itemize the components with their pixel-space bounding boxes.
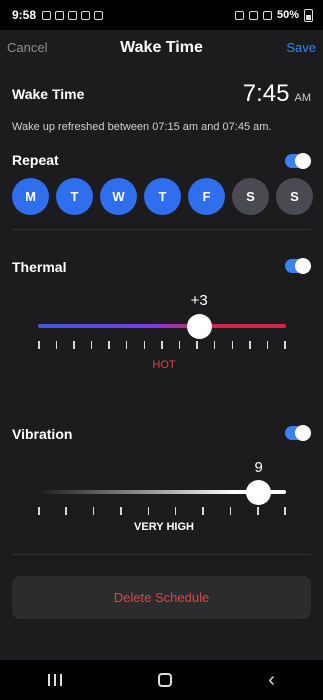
- slider-tick: [73, 341, 75, 349]
- schedule-form: Wake Time 7:45 AM Wake up refreshed betw…: [0, 66, 323, 660]
- divider: [12, 554, 311, 555]
- slider-tick: [120, 507, 122, 515]
- recent-apps-icon[interactable]: [48, 674, 63, 686]
- vibration-label: Vibration: [12, 426, 73, 442]
- back-icon[interactable]: ‹: [268, 670, 275, 690]
- notification-icon: [42, 10, 52, 20]
- day-button[interactable]: S: [232, 178, 269, 215]
- wake-time-value[interactable]: 7:45: [243, 80, 290, 108]
- day-button[interactable]: M: [12, 178, 49, 215]
- toggle-knob: [295, 258, 311, 274]
- slider-tick: [174, 507, 177, 515]
- day-button[interactable]: T: [56, 178, 93, 215]
- thermal-value: +3: [190, 292, 208, 309]
- vibration-toggle[interactable]: [285, 425, 311, 441]
- slider-tick: [284, 341, 286, 349]
- slider-tick: [202, 507, 204, 515]
- thermal-ticks: [38, 341, 286, 351]
- thermal-slider-handle[interactable]: [186, 314, 212, 339]
- notification-icon: [55, 10, 65, 20]
- wake-window-description: Wake up refreshed between 07:15 am and 0…: [12, 121, 272, 133]
- repeat-label: Repeat: [12, 152, 59, 168]
- slider-tick: [65, 507, 67, 515]
- slider-tick: [231, 341, 234, 349]
- battery-percent: 50%: [276, 9, 299, 21]
- slider-tick: [284, 507, 286, 515]
- notification-icon: [68, 10, 78, 20]
- repeat-title-row: Repeat: [12, 152, 311, 168]
- slider-tick: [213, 341, 216, 349]
- slider-tick: [38, 507, 40, 515]
- vibration-ticks: [38, 507, 286, 517]
- slider-tick: [249, 341, 251, 349]
- slider-tick: [161, 341, 163, 349]
- notification-icons: [42, 10, 104, 20]
- thermal-slider-track[interactable]: [38, 324, 286, 328]
- slider-tick: [178, 341, 181, 349]
- day-button[interactable]: S: [276, 178, 313, 215]
- toggle-knob: [295, 425, 311, 441]
- thermal-label: Thermal: [12, 259, 67, 275]
- navigation-bar: Cancel Wake Time Save: [0, 30, 323, 66]
- slider-tick: [90, 341, 93, 349]
- signal-icon: [262, 10, 272, 20]
- status-time: 9:58: [12, 8, 37, 22]
- status-bar: 9:58 50%: [0, 0, 323, 30]
- notification-icon: [81, 10, 91, 20]
- slider-tick: [143, 341, 146, 349]
- slider-tick: [229, 507, 232, 515]
- repeat-days: MTWTFSS: [12, 178, 313, 215]
- delete-schedule-button[interactable]: Delete Schedule: [12, 576, 311, 619]
- wifi-icon: [248, 10, 258, 20]
- save-button[interactable]: Save: [286, 40, 316, 55]
- battery-icon: [304, 8, 313, 22]
- toggle-knob: [295, 153, 311, 169]
- system-icons: 50%: [234, 8, 313, 22]
- slider-tick: [38, 341, 40, 349]
- notification-icon: [94, 10, 104, 20]
- slider-tick: [108, 341, 110, 349]
- day-button[interactable]: F: [188, 178, 225, 215]
- day-button[interactable]: W: [100, 178, 137, 215]
- slider-tick: [55, 341, 58, 349]
- slider-tick: [125, 341, 128, 349]
- divider: [12, 229, 311, 230]
- cancel-button[interactable]: Cancel: [7, 40, 47, 55]
- slider-tick: [266, 341, 269, 349]
- day-button[interactable]: T: [144, 178, 181, 215]
- wake-time-ampm[interactable]: AM: [295, 92, 312, 104]
- slider-tick: [147, 507, 149, 515]
- slider-tick: [92, 507, 95, 515]
- vibration-value: 9: [254, 459, 263, 476]
- system-navigation-bar: ‹: [0, 660, 323, 700]
- slider-tick: [196, 341, 198, 349]
- vibration-level-label: VERY HIGH: [134, 521, 194, 533]
- page-title: Wake Time: [120, 39, 203, 56]
- thermal-level-label: HOT: [152, 359, 176, 371]
- slider-tick: [257, 507, 259, 515]
- alarm-icon: [234, 10, 244, 20]
- wake-time-picker[interactable]: 7:45 AM: [243, 80, 311, 108]
- home-icon[interactable]: [158, 673, 173, 687]
- thermal-title-row: Thermal: [12, 259, 311, 275]
- wake-time-label: Wake Time: [12, 86, 85, 102]
- vibration-title-row: Vibration: [12, 426, 311, 442]
- vibration-slider-handle[interactable]: [246, 480, 272, 505]
- repeat-toggle[interactable]: [285, 153, 311, 169]
- thermal-toggle[interactable]: [285, 258, 311, 274]
